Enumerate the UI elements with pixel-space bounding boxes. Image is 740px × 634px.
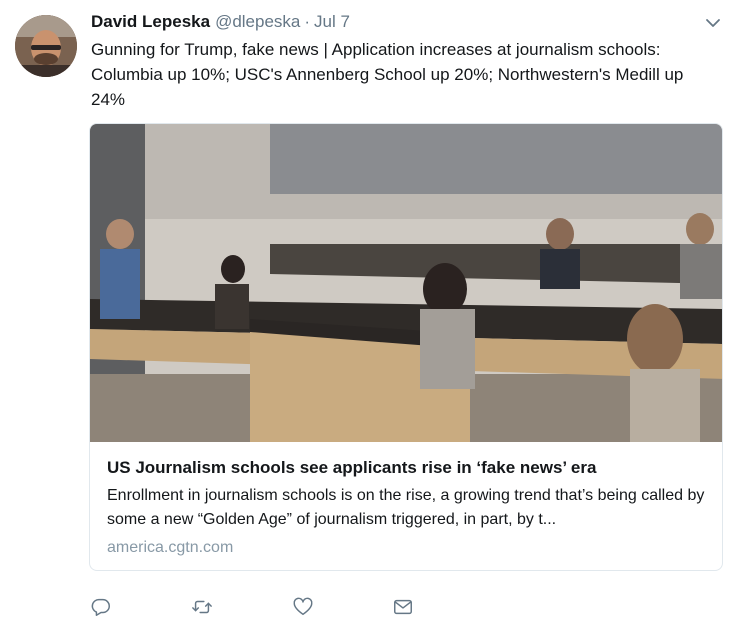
retweet-icon[interactable] <box>191 596 213 618</box>
card-title[interactable]: US Journalism schools see applicants ris… <box>107 457 707 479</box>
card-body: US Journalism schools see applicants ris… <box>107 457 707 559</box>
reply-icon[interactable] <box>90 596 112 618</box>
separator-dot: · <box>304 12 311 31</box>
tweet[interactable]: David Lepeska @dlepeska · Jul 7 Gunning … <box>0 0 740 634</box>
chevron-down-icon[interactable] <box>704 14 722 32</box>
classroom-photo-icon[interactable] <box>90 124 722 442</box>
author-handle[interactable]: @dlepeska <box>215 12 300 32</box>
author-name[interactable]: David Lepeska <box>91 12 210 32</box>
envelope-icon[interactable] <box>392 596 414 618</box>
heart-icon[interactable] <box>292 596 314 618</box>
card-description: Enrollment in journalism schools is on t… <box>107 487 705 528</box>
link-card[interactable]: US Journalism schools see applicants ris… <box>89 123 723 571</box>
tweet-text: Gunning for Trump, fake news | Applicati… <box>91 40 684 109</box>
timestamp[interactable]: Jul 7 <box>314 12 350 32</box>
tweet-header: David Lepeska @dlepeska · Jul 7 <box>91 12 350 34</box>
avatar[interactable] <box>15 15 77 77</box>
card-domain[interactable]: america.cgtn.com <box>107 537 707 559</box>
